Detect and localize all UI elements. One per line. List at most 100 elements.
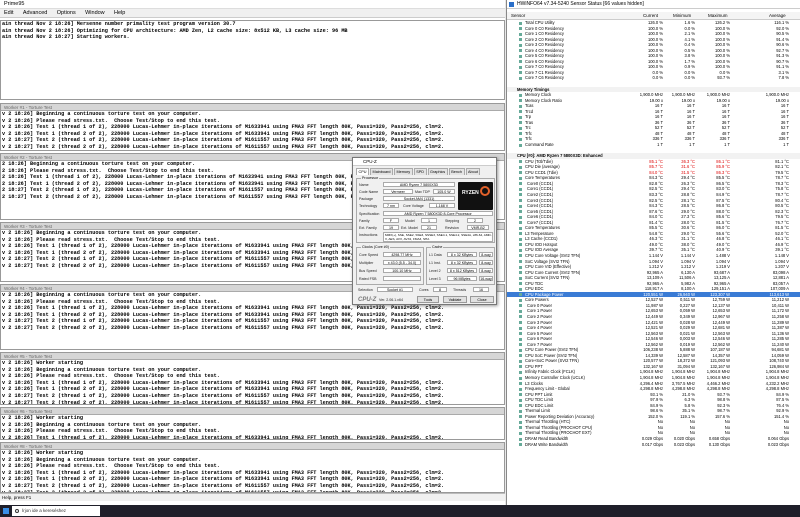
sensor-icon (519, 171, 522, 175)
tab-spd[interactable]: SPD (413, 168, 427, 175)
tab-graphics[interactable]: Graphics (427, 168, 448, 175)
col-sensor[interactable]: Sensor (511, 12, 525, 20)
cpuz-title: CPU-Z (363, 159, 377, 164)
sensor-row[interactable]: DRAM Write Bandwidth 0.017 Gbps 0.023 Gbps… (507, 442, 800, 448)
tab-memory[interactable]: Memory (393, 168, 413, 175)
sensor-name: DRAM Write Bandwidth (525, 441, 568, 447)
l1d-label: L1 Data (429, 253, 442, 257)
validate-button[interactable]: Validate (443, 296, 467, 303)
log-line: v 2 18:26] Please read stress.txt. Choos… (2, 117, 220, 124)
ext-family-value: 19 (383, 225, 399, 230)
sensor-current: 0.017 Gbps (641, 441, 663, 447)
menu-bar: Edit Advanced Options Window Help (0, 9, 505, 18)
worker-window[interactable]: ain thread Nov 2 18:26] Mersenne number … (0, 20, 505, 100)
worker-window[interactable]: Worker #6 - Torture Test v 2 18:26] Worke… (0, 407, 505, 440)
hwinfo-title: HWiNFO64 v7.34-5240 Sensor Status [66 va… (517, 1, 644, 7)
sensor-icon (519, 348, 522, 352)
tab-about[interactable]: About (465, 168, 481, 175)
log-line: v 2 18:26] Test 1 (thread 1 of 2), 22800… (2, 434, 445, 440)
technology-value: 7 nm (383, 203, 399, 208)
log-line: v 2 18:26] Worker starting (2, 360, 83, 366)
sensor-max: 0.130 Gbps (708, 441, 730, 447)
status-bar: Help, press F1 (0, 493, 505, 501)
sensor-icon (519, 204, 522, 208)
sensor-icon (519, 121, 522, 125)
sensor-icon (519, 210, 522, 214)
menu-options[interactable]: Options (53, 9, 80, 18)
ryzen-logo: RYZEN (458, 182, 493, 210)
l2-value: 8 x 512 KBytes (447, 268, 477, 273)
tab-bench[interactable]: Bench (448, 168, 465, 175)
l2-label: Level 2 (429, 269, 441, 273)
sensor-icon (519, 176, 522, 180)
cpuz-tabs: CPU Mainboard Memory SPD Graphics Bench About (356, 168, 481, 175)
log-line: v 2 18:27] Test 2 (thread 2 of 2), 22800… (2, 143, 445, 150)
close-button[interactable]: Close (470, 296, 494, 303)
worker-window[interactable]: Worker #1 - Torture Test v 2 18:26] Begin… (0, 103, 505, 151)
revision-value: VMR-B2 (467, 225, 489, 230)
cpuz-window: CPU-Z CPU Mainboard Memory SPD Graphics Bench… (352, 157, 497, 305)
sensor-icon (519, 437, 522, 441)
sensor-icon (519, 49, 522, 53)
col-current[interactable]: Current (643, 12, 658, 20)
col-maximum[interactable]: Maximum (708, 12, 728, 20)
core-speed-label: Core Speed (359, 253, 379, 257)
menu-help[interactable]: Help (110, 9, 129, 18)
worker-window-title[interactable]: Worker #1 - Torture Test (1, 104, 504, 111)
ext-family-label: Ext. Family (359, 226, 377, 230)
log-line: v 2 18:26] Beginning a continuous tortur… (2, 111, 202, 117)
col-average[interactable]: Average (769, 12, 786, 20)
tdp-label: Max TDP (415, 190, 430, 194)
worker-window[interactable]: Worker #5 - Torture Test v 2 18:26] Worke… (0, 352, 505, 405)
tab-mainboard[interactable]: Mainboard (370, 168, 393, 175)
l3-value: 96 MBytes (447, 276, 477, 281)
worker-window-title[interactable]: Worker #8 - Torture Test (1, 443, 504, 450)
bus-speed-label: Bus Speed (359, 269, 377, 273)
family-label: Family (359, 219, 370, 223)
menu-advanced[interactable]: Advanced (19, 9, 51, 18)
sensor-icon (519, 398, 522, 402)
multiplier-label: Multiplier (359, 261, 374, 265)
menu-window[interactable]: Window (81, 9, 109, 18)
tab-cpu[interactable]: CPU (356, 168, 370, 175)
worker-window-title[interactable]: Worker #5 - Torture Test (1, 353, 504, 360)
taskbar-search[interactable]: Írjon ide a kereséshez (12, 506, 100, 516)
worker-window-title[interactable]: Worker #6 - Torture Test (1, 408, 504, 415)
sensor-icon (519, 315, 522, 319)
sensor-icon (519, 237, 522, 241)
menu-edit[interactable]: Edit (0, 9, 17, 18)
log-line: v 2 18:27] Test 2 (thread 1 of 2), 22800… (2, 137, 445, 144)
taskbar (0, 505, 800, 517)
voltage-label: Core Voltage (403, 204, 424, 208)
cpuz-version: Ver. 2.06.1.x64 (379, 298, 403, 302)
sensor-icon (519, 298, 522, 302)
log-line: v 2 18:26] Test 1 (thread 2 of 2), 22800… (2, 311, 445, 318)
clocks-group: Clocks (Core #0) Core Speed 4298.77 MHz … (356, 245, 424, 285)
instructions-label: Instructions (359, 233, 378, 237)
sensor-icon (519, 182, 522, 186)
hwinfo-window: HWiNFO64 v7.34-5240 Sensor Status [66 va… (506, 0, 800, 505)
sensor-icon (519, 221, 522, 225)
l2-ways: 8-way (479, 268, 493, 273)
sensor-icon (519, 248, 522, 252)
worker-window[interactable]: Worker #8 - Torture Test v 2 18:26] Worke… (0, 442, 505, 493)
sensor-icon (519, 415, 522, 419)
specification-label: Specification (359, 212, 380, 216)
sensor-icon (519, 293, 522, 297)
specification-value: AMD Ryzen 7 5800X3D 8-Core Processor (383, 211, 493, 216)
sensor-list: Total CPU Utility 126.0 % 1.6 % 126.2 % 116.… (507, 20, 800, 498)
sensor-icon (519, 426, 522, 430)
hwinfo-app-icon (509, 2, 514, 7)
sensor-icon (519, 271, 522, 275)
sensor-icon (519, 110, 522, 114)
sensor-icon (519, 21, 522, 25)
start-icon[interactable] (3, 508, 9, 514)
sensor-icon (519, 309, 522, 313)
stepping-value: 2 (467, 218, 483, 223)
ext-model-value: 21 (421, 225, 437, 230)
cores-label: Cores (419, 288, 429, 292)
col-minimum[interactable]: Minimum (673, 12, 691, 20)
tools-button[interactable]: Tools (417, 296, 439, 303)
selection-dropdown[interactable]: Socket #1 (377, 287, 413, 292)
bus-speed-value: 100.10 MHz (383, 268, 421, 273)
